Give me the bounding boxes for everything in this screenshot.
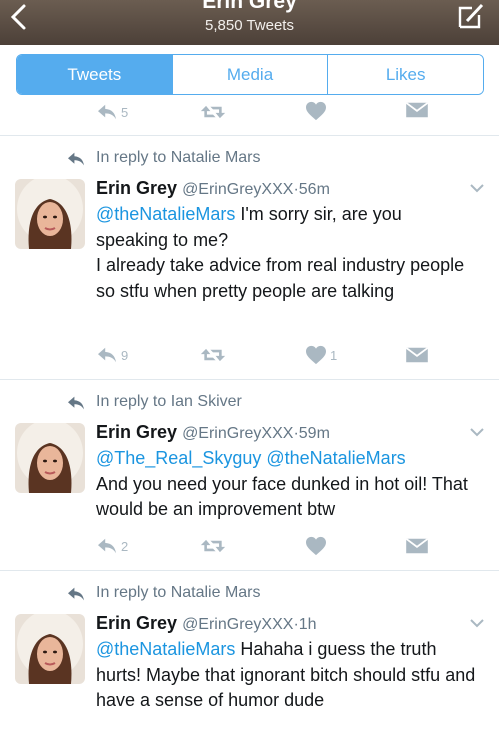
heart-icon bbox=[305, 536, 327, 556]
heart-icon[interactable] bbox=[305, 101, 327, 121]
author-handle[interactable]: @ErinGreyXXX bbox=[182, 616, 293, 633]
tweet[interactable]: In reply to Ian Skiver Erin Grey @ErinGr… bbox=[0, 381, 499, 571]
reply-icon bbox=[66, 151, 86, 167]
tweet-text: @theNatalieMars I'm sorry sir, are you s… bbox=[96, 202, 476, 253]
reply-context-text: In reply to Natalie Mars bbox=[96, 149, 261, 166]
tweet-time: 56m bbox=[298, 181, 330, 198]
tweet-time: 59m bbox=[298, 425, 330, 442]
profile-name-title: Erin Grey bbox=[202, 0, 297, 13]
tab-media[interactable]: Media bbox=[172, 55, 329, 94]
tweet-author-line: Erin Grey @ErinGreyXXX·56m bbox=[96, 176, 476, 202]
direct-message-button[interactable] bbox=[405, 535, 429, 557]
reply-button[interactable]: 2 bbox=[96, 535, 128, 557]
tab-likes[interactable]: Likes bbox=[328, 55, 483, 94]
reply-count: 2 bbox=[121, 538, 129, 554]
reply-icon bbox=[96, 537, 118, 555]
reply-button[interactable]: 9 bbox=[96, 344, 128, 366]
reply-icon bbox=[96, 346, 118, 364]
avatar[interactable] bbox=[15, 423, 85, 493]
avatar[interactable] bbox=[15, 614, 85, 684]
compose-icon[interactable] bbox=[457, 2, 485, 30]
tweet-count: 5,850 Tweets bbox=[205, 17, 294, 34]
avatar[interactable] bbox=[15, 179, 85, 249]
tab-tweets[interactable]: Tweets bbox=[17, 55, 173, 94]
chevron-down-icon[interactable] bbox=[469, 618, 485, 628]
tweet-time: 1h bbox=[298, 616, 317, 633]
tweet-text: @theNatalieMars Hahaha i guess the truth… bbox=[96, 637, 476, 714]
tweet-actions: 2 bbox=[96, 535, 436, 557]
tweet-actions: 9 1 bbox=[96, 344, 436, 366]
tweet-body: Erin Grey @ErinGreyXXX·1h @theNatalieMar… bbox=[96, 611, 476, 714]
chevron-down-icon[interactable] bbox=[469, 183, 485, 193]
profile-tabs: Tweets Media Likes bbox=[16, 54, 484, 95]
like-button[interactable] bbox=[305, 535, 327, 557]
tweet-text-line: I already take advice from real industry… bbox=[96, 255, 465, 301]
retweet-button[interactable] bbox=[200, 535, 226, 557]
envelope-icon bbox=[405, 537, 429, 555]
reply-context-text: In reply to Ian Skiver bbox=[96, 393, 242, 410]
reply-count: 5 bbox=[121, 104, 129, 120]
heart-icon bbox=[305, 345, 327, 365]
reply-icon bbox=[96, 103, 118, 121]
tweet-text-line: And you need your face dunked in hot oil… bbox=[96, 473, 468, 520]
tweet-text: @The_Real_Skyguy @theNatalieMars bbox=[96, 446, 476, 472]
chevron-down-icon[interactable] bbox=[469, 427, 485, 437]
like-count: 1 bbox=[330, 347, 338, 363]
retweet-icon bbox=[200, 537, 226, 555]
mention-link[interactable]: @The_Real_Skyguy @theNatalieMars bbox=[96, 448, 406, 468]
tweet-body: Erin Grey @ErinGreyXXX·56m @theNatalieMa… bbox=[96, 176, 476, 304]
reply-icon bbox=[66, 586, 86, 602]
envelope-icon[interactable] bbox=[405, 101, 429, 119]
mention-link[interactable]: @theNatalieMars bbox=[96, 204, 235, 224]
direct-message-button[interactable] bbox=[405, 344, 429, 366]
author-name[interactable]: Erin Grey bbox=[96, 422, 177, 442]
tweet-body: Erin Grey @ErinGreyXXX·59m @The_Real_Sky… bbox=[96, 420, 476, 523]
envelope-icon bbox=[405, 346, 429, 364]
profile-header: Erin Grey 5,850 Tweets bbox=[0, 0, 499, 45]
author-handle[interactable]: @ErinGreyXXX bbox=[182, 181, 293, 198]
mention-link[interactable]: @theNatalieMars bbox=[96, 639, 235, 659]
like-button[interactable]: 1 bbox=[305, 344, 337, 366]
retweet-button[interactable] bbox=[200, 344, 226, 366]
tweet[interactable]: In reply to Natalie Mars Erin Grey @Erin… bbox=[0, 137, 499, 380]
author-name[interactable]: Erin Grey bbox=[96, 613, 177, 633]
reply-context-text: In reply to Natalie Mars bbox=[96, 584, 261, 601]
reply-count: 9 bbox=[121, 347, 129, 363]
tweet[interactable]: In reply to Natalie Mars Erin Grey @Erin… bbox=[0, 572, 499, 736]
author-name[interactable]: Erin Grey bbox=[96, 178, 177, 198]
retweet-icon[interactable] bbox=[200, 103, 226, 121]
retweet-icon bbox=[200, 346, 226, 364]
previous-tweet-actions: 5 bbox=[0, 104, 499, 136]
tweet-author-line: Erin Grey @ErinGreyXXX·1h bbox=[96, 611, 476, 637]
tweet-author-line: Erin Grey @ErinGreyXXX·59m bbox=[96, 420, 476, 446]
author-handle[interactable]: @ErinGreyXXX bbox=[182, 425, 293, 442]
reply-button[interactable]: 5 bbox=[96, 101, 128, 123]
reply-icon bbox=[66, 395, 86, 411]
